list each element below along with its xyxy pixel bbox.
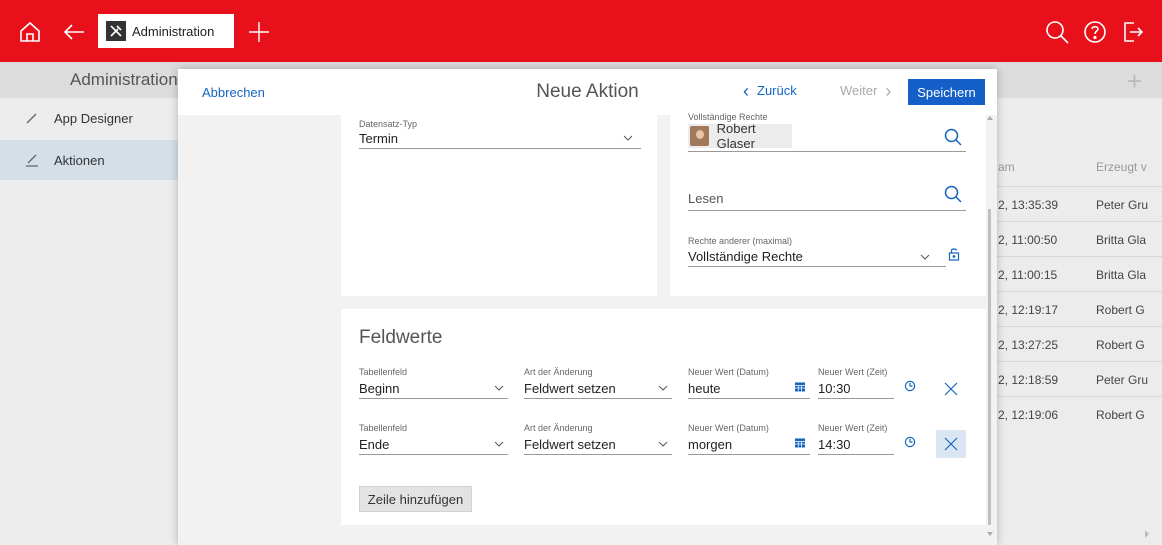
- avatar: [690, 126, 709, 146]
- lock-open-icon[interactable]: [948, 247, 960, 261]
- change-type-select[interactable]: Feldwert setzen: [524, 437, 616, 452]
- time-value-input[interactable]: 10:30: [818, 381, 851, 396]
- search-icon[interactable]: [944, 128, 962, 146]
- close-icon: [944, 437, 958, 451]
- delete-row-button[interactable]: [936, 375, 966, 403]
- chevron-down-icon[interactable]: [920, 252, 930, 262]
- next-button[interactable]: Weiter ›: [840, 80, 892, 101]
- table-cell: Britta Gla: [1096, 268, 1147, 282]
- time-value-label: Neuer Wert (Zeit): [818, 423, 888, 433]
- background-title: Administration: [70, 70, 178, 89]
- sidebar-item-app-designer[interactable]: App Designer: [0, 98, 178, 138]
- table-field-select[interactable]: Ende: [359, 437, 389, 452]
- back-button[interactable]: ‹ Zurück: [743, 80, 797, 101]
- table-cell: 2, 12:19:06: [998, 408, 1059, 422]
- dialog-header: Abbrechen Neue Aktion ‹ Zurück Weiter › …: [178, 69, 997, 115]
- table-cell: 2, 13:35:39: [998, 198, 1059, 212]
- clock-icon[interactable]: [904, 436, 916, 448]
- change-type-select[interactable]: Feldwert setzen: [524, 381, 616, 396]
- date-value-label: Neuer Wert (Datum): [688, 367, 769, 377]
- back-button-label: Zurück: [757, 83, 797, 98]
- table-cell: 2, 13:27:25: [998, 338, 1059, 352]
- edit-icon: [26, 154, 38, 167]
- top-bar: Administration: [0, 0, 1162, 62]
- search-icon[interactable]: [944, 185, 962, 203]
- change-type-label: Art der Änderung: [524, 367, 593, 377]
- tab-administration[interactable]: Administration: [98, 14, 234, 48]
- others-rights-select[interactable]: Vollständige Rechte: [688, 249, 803, 264]
- logout-icon[interactable]: [1118, 18, 1146, 46]
- date-value-input[interactable]: heute: [688, 381, 721, 396]
- back-arrow-icon[interactable]: [60, 18, 88, 46]
- record-type-select[interactable]: Termin: [359, 131, 398, 146]
- chevron-down-icon[interactable]: [658, 383, 668, 393]
- chevron-down-icon[interactable]: [494, 383, 504, 393]
- add-row-button[interactable]: Zeile hinzufügen: [359, 486, 472, 512]
- clock-icon[interactable]: [904, 380, 916, 392]
- table-cell: Peter Gru: [1096, 373, 1149, 387]
- table-header: am: [998, 160, 1015, 174]
- time-value-label: Neuer Wert (Zeit): [818, 367, 888, 377]
- table-field-label: Tabellenfeld: [359, 423, 408, 433]
- cancel-button[interactable]: Abbrechen: [202, 85, 265, 100]
- add-tab-icon[interactable]: [245, 18, 273, 46]
- table-cell: 2, 11:00:15: [998, 268, 1058, 282]
- calendar-icon[interactable]: [794, 381, 806, 393]
- record-type-label: Datensatz-Typ: [359, 119, 418, 129]
- new-action-dialog: Abbrechen Neue Aktion ‹ Zurück Weiter › …: [178, 69, 997, 545]
- help-icon[interactable]: [1081, 18, 1109, 46]
- table-cell: Britta Gla: [1096, 233, 1147, 247]
- sidebar-item-label: App Designer: [54, 110, 133, 126]
- scroll-thumb[interactable]: [988, 209, 991, 525]
- search-icon[interactable]: [1043, 18, 1071, 46]
- chevron-down-icon[interactable]: [658, 439, 668, 449]
- user-chip-name: Robert Glaser: [716, 121, 756, 151]
- read-input[interactable]: Lesen: [688, 191, 723, 206]
- pencil-icon: [26, 113, 37, 124]
- chevron-right-icon: ›: [885, 80, 892, 101]
- change-type-label: Art der Änderung: [524, 423, 593, 433]
- background-add-icon[interactable]: +: [1127, 66, 1142, 97]
- next-button-label: Weiter: [840, 83, 878, 98]
- others-rights-label: Rechte anderer (maximal): [688, 236, 793, 246]
- user-chip[interactable]: Robert Glaser: [688, 121, 792, 151]
- date-value-input[interactable]: morgen: [688, 437, 732, 452]
- table-cell: 2, 12:18:59: [998, 373, 1059, 387]
- table-cell: Robert G: [1096, 408, 1145, 422]
- table-field-label: Tabellenfeld: [359, 367, 408, 377]
- table-cell: Robert G: [1096, 303, 1145, 317]
- calendar-icon[interactable]: [794, 437, 806, 449]
- field-values-title: Feldwerte: [359, 327, 443, 348]
- table-cell: Peter Gru: [1096, 198, 1149, 212]
- chevron-down-icon[interactable]: [494, 439, 504, 449]
- sidebar: App Designer Aktionen: [0, 98, 178, 545]
- scroll-down-icon[interactable]: [987, 531, 993, 537]
- table-cell: 2, 12:19:17: [998, 303, 1059, 317]
- close-icon: [944, 382, 958, 396]
- date-value-label: Neuer Wert (Datum): [688, 423, 769, 433]
- sidebar-item-aktionen[interactable]: Aktionen: [0, 140, 178, 180]
- delete-row-button[interactable]: [936, 430, 966, 458]
- table-field-select[interactable]: Beginn: [359, 381, 399, 396]
- tab-label: Administration: [132, 23, 215, 39]
- tools-icon: [106, 21, 126, 41]
- time-value-input[interactable]: 14:30: [818, 437, 851, 452]
- background-table: am Erzeugt v 2, 13:35:39 Peter Gru 2, 11…: [988, 98, 1162, 545]
- scroll-up-icon[interactable]: [987, 115, 993, 121]
- table-cell: Robert G: [1096, 338, 1145, 352]
- home-icon[interactable]: [16, 18, 44, 46]
- chevron-down-icon[interactable]: [623, 133, 633, 143]
- chevron-left-icon: ‹: [743, 80, 749, 101]
- sidebar-item-label: Aktionen: [54, 152, 105, 168]
- table-header: Erzeugt v: [1096, 160, 1147, 174]
- scroll-right-icon[interactable]: [1144, 530, 1150, 538]
- table-cell: 2, 11:00:50: [998, 233, 1058, 247]
- save-button[interactable]: Speichern: [908, 79, 985, 105]
